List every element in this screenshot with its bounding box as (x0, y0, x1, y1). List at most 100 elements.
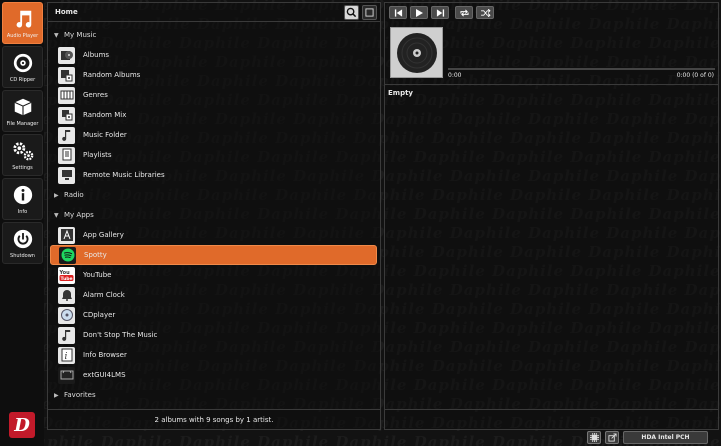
time-total: 0:00 (0 of 0) (676, 72, 714, 79)
chevron-down-icon: ▼ (54, 211, 59, 219)
sidebar-item-settings[interactable]: Settings (2, 134, 43, 176)
sidebar-item-label: CD Ripper (9, 77, 36, 83)
list-item-label: Random Mix (83, 111, 127, 119)
progress-track[interactable] (448, 68, 715, 70)
search-icon (346, 7, 357, 18)
list-item-label: CDplayer (83, 311, 116, 319)
list-item-label: YouTube (83, 271, 112, 279)
list-item-label: Music Folder (83, 131, 127, 139)
list-item-extgui4lms[interactable]: extGUI4LMS (50, 365, 377, 385)
play-button[interactable] (410, 6, 428, 19)
list-item-dont-stop-the-music[interactable]: Don't Stop The Music (50, 325, 377, 345)
audio-output-selector[interactable]: HDA Intel PCH (623, 431, 708, 444)
playback-controls (389, 6, 494, 19)
sidebar-item-label: Shutdown (10, 253, 35, 259)
section-my-music[interactable]: ▼ My Music (48, 25, 380, 45)
section-my-apps[interactable]: ▼ My Apps (48, 205, 380, 225)
section-label: My Music (64, 31, 97, 39)
chevron-right-icon: ▶ (54, 191, 59, 199)
dont-stop-icon (58, 326, 75, 344)
player-panel: 0:00 0:00 (0 of 0) Empty (384, 2, 719, 430)
list-item-cdplayer[interactable]: CDplayer (50, 305, 377, 325)
list-item-app-gallery[interactable]: App Gallery (50, 225, 377, 245)
list-item-info-browser[interactable]: i Info Browser (50, 345, 377, 365)
list-item-alarm-clock[interactable]: Alarm Clock (50, 285, 377, 305)
list-item-albums[interactable]: Albums (50, 45, 377, 65)
browser-status: 2 albums with 9 songs by 1 artist. (48, 409, 380, 429)
shuffle-button[interactable] (476, 6, 494, 19)
info-icon (10, 182, 36, 208)
section-favorites[interactable]: ▶ Favorites (48, 385, 380, 405)
list-item-random-mix[interactable]: Random Mix (50, 105, 377, 125)
list-item-label: Genres (83, 91, 108, 99)
music-browser-panel: Home ▼ My Music Albums Random Albums Gen… (47, 2, 381, 430)
sidebar-item-label: Info (17, 209, 28, 215)
square-icon (365, 8, 374, 17)
player-footer (385, 409, 718, 429)
repeat-button[interactable] (455, 6, 473, 19)
list-item-label: Alarm Clock (83, 291, 125, 299)
albums-icon (58, 46, 75, 64)
list-item-spotty[interactable]: Spotty (50, 245, 377, 265)
list-item-label: Albums (83, 51, 110, 59)
sidebar-item-label: File Manager (6, 121, 39, 127)
list-item-random-albums[interactable]: Random Albums (50, 65, 377, 85)
queue-status: Empty (388, 89, 413, 97)
box-icon (10, 94, 36, 120)
cd-icon (10, 50, 36, 76)
music-folder-icon (58, 126, 75, 144)
list-item-music-folder[interactable]: Music Folder (50, 125, 377, 145)
alarm-bell-icon (58, 286, 75, 304)
view-toggle-button[interactable] (362, 5, 377, 20)
chip-icon (589, 433, 599, 442)
cdplayer-icon (58, 306, 75, 324)
sidebar-item-cd-ripper[interactable]: CD Ripper (2, 46, 43, 88)
main-sidebar: Audio Player CD Ripper File Manager Sett… (0, 0, 44, 446)
playlists-icon (58, 146, 75, 164)
random-mix-icon (58, 106, 75, 124)
section-label: Favorites (64, 391, 96, 399)
sidebar-item-audio-player[interactable]: Audio Player (2, 2, 43, 44)
genres-icon (58, 86, 75, 104)
sidebar-item-label: Audio Player (6, 33, 39, 39)
cpu-button[interactable] (587, 431, 601, 444)
list-item-remote-libraries[interactable]: Remote Music Libraries (50, 165, 377, 185)
divider (385, 84, 718, 85)
sidebar-item-file-manager[interactable]: File Manager (2, 90, 43, 132)
daphile-logo: D (9, 412, 35, 438)
list-item-label: Don't Stop The Music (83, 331, 158, 339)
remote-libraries-icon (58, 166, 75, 184)
sidebar-item-shutdown[interactable]: Shutdown (2, 222, 43, 264)
list-item-label: Random Albums (83, 71, 141, 79)
section-label: My Apps (64, 211, 94, 219)
sidebar-item-label: Settings (12, 165, 33, 171)
browser-list: ▼ My Music Albums Random Albums Genres R… (48, 25, 380, 405)
search-button[interactable] (344, 5, 359, 20)
extgui-icon (58, 366, 75, 384)
next-icon (436, 8, 444, 17)
list-item-label: Remote Music Libraries (83, 171, 165, 179)
svg-text:i: i (64, 352, 67, 362)
list-item-label: App Gallery (83, 231, 124, 239)
export-button[interactable] (605, 431, 619, 444)
list-item-youtube[interactable]: You Tube YouTube (50, 265, 377, 285)
list-item-playlists[interactable]: Playlists (50, 145, 377, 165)
chevron-right-icon: ▶ (54, 391, 59, 399)
export-icon (607, 433, 617, 442)
app-gallery-icon (58, 226, 75, 244)
section-radio[interactable]: ▶ Radio (48, 185, 380, 205)
page-title: Home (55, 8, 78, 16)
previous-button[interactable] (389, 6, 407, 19)
random-albums-icon (58, 66, 75, 84)
next-button[interactable] (431, 6, 449, 19)
chevron-down-icon: ▼ (54, 31, 59, 39)
list-item-genres[interactable]: Genres (50, 85, 377, 105)
sidebar-item-info[interactable]: Info (2, 178, 43, 220)
list-item-label: Playlists (83, 151, 112, 159)
cd-placeholder-icon (396, 32, 437, 73)
previous-icon (394, 8, 402, 17)
repeat-icon (459, 9, 469, 16)
list-item-label: extGUI4LMS (83, 371, 126, 379)
play-icon (416, 8, 423, 17)
youtube-icon: You Tube (58, 266, 75, 284)
